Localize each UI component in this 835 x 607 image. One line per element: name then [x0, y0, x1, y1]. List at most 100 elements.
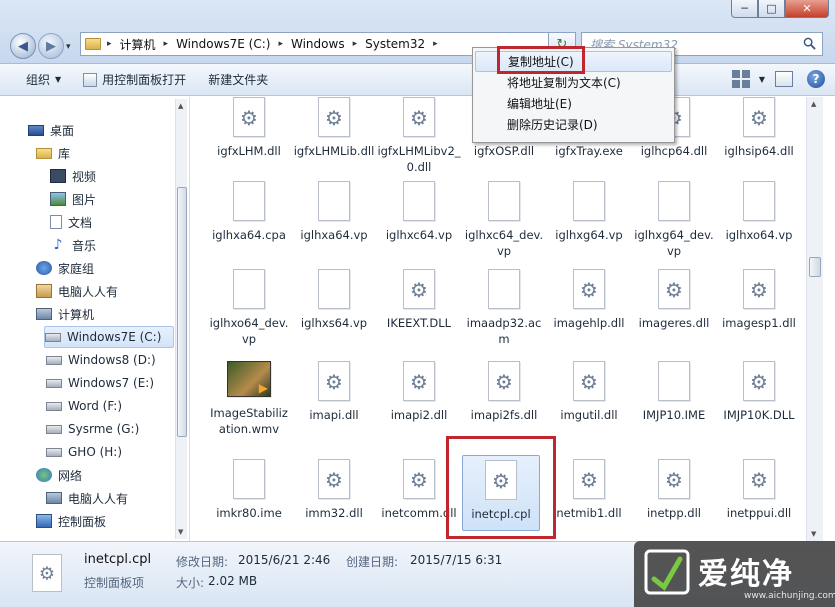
breadcrumb-separator[interactable]: ▸	[353, 39, 358, 49]
forward-button[interactable]: ▶	[38, 33, 64, 59]
sidebar-item-videos[interactable]: 视频	[50, 165, 96, 187]
file-item[interactable]: imm32.dll	[292, 459, 376, 521]
file-name: imageres.dll	[638, 316, 710, 330]
file-item[interactable]: igfxLHMLib.dll	[292, 97, 376, 159]
file-item[interactable]: imapi.dll	[292, 361, 376, 423]
file-name: imagesp1.dll	[722, 316, 796, 330]
details-modified-value: 2015/6/21 2:46	[238, 553, 331, 567]
file-item[interactable]: igfxLHM.dll	[207, 97, 291, 159]
file-item[interactable]: inetppui.dll	[717, 459, 801, 521]
back-button[interactable]: ◀	[10, 33, 36, 59]
file-item[interactable]: iglhxg64.vp	[547, 181, 631, 243]
sidebar-scroll-thumb[interactable]	[177, 187, 187, 437]
menu-item-copy-address-as-text[interactable]: 将地址复制为文本(C)	[473, 72, 674, 93]
organize-button[interactable]: 组织 ▼	[26, 71, 61, 88]
file-item[interactable]: iglhxc64.vp	[377, 181, 461, 243]
sidebar-item-drive-d[interactable]: Windows8 (D:)	[46, 349, 156, 371]
sidebar-item-control-panel[interactable]: 控制面板	[36, 510, 106, 532]
breadcrumb-drive-c[interactable]: Windows7E (C:)	[176, 37, 270, 51]
menu-item-delete-history[interactable]: 删除历史记录(D)	[473, 114, 674, 135]
breadcrumb-separator[interactable]: ▸	[107, 39, 112, 49]
sidebar-item-homegroup[interactable]: 家庭组	[36, 257, 94, 279]
file-item[interactable]: imaadp32.acm	[462, 269, 546, 347]
file-list-scroll-thumb[interactable]	[809, 257, 821, 277]
recent-pages-dropdown[interactable]: ▾	[66, 42, 71, 52]
breadcrumb-separator[interactable]: ▸	[164, 39, 169, 49]
file-item[interactable]: imkr80.ime	[207, 459, 291, 521]
sidebar-item-computer[interactable]: 计算机	[36, 303, 94, 325]
file-item[interactable]: iglhsip64.dll	[717, 97, 801, 159]
sidebar-scrollbar[interactable]: ▲ ▼	[175, 99, 187, 539]
file-name: IMJP10K.DLL	[723, 408, 795, 422]
new-folder-button[interactable]: 新建文件夹	[208, 71, 268, 88]
file-item[interactable]: iglhxc64_dev.vp	[462, 181, 546, 259]
file-item[interactable]: imagehlp.dll	[547, 269, 631, 331]
file-item[interactable]: iglhxa64.vp	[292, 181, 376, 243]
file-item[interactable]: ImageStabilization.wmv	[207, 361, 291, 437]
file-item[interactable]: inetpp.dll	[632, 459, 716, 521]
sidebar-item-music[interactable]: ♪ 音乐	[50, 234, 96, 256]
file-item[interactable]: IMJP10K.DLL	[717, 361, 801, 423]
dll-file-icon	[233, 97, 265, 137]
file-item[interactable]: iglhxa64.cpa	[207, 181, 291, 243]
file-item[interactable]: IKEEXT.DLL	[377, 269, 461, 331]
drive-icon	[46, 401, 62, 411]
sidebar-item-drive-e[interactable]: Windows7 (E:)	[46, 372, 154, 394]
change-view-icon[interactable]	[731, 70, 750, 88]
ime-file-icon	[658, 361, 690, 401]
file-item[interactable]: imgutil.dll	[547, 361, 631, 423]
breadcrumb-separator[interactable]: ▸	[433, 39, 438, 49]
file-item[interactable]: imagesp1.dll	[717, 269, 801, 331]
blank-file-icon	[488, 181, 520, 221]
sidebar-item-libraries[interactable]: 库	[36, 142, 70, 164]
scroll-up-icon[interactable]: ▲	[811, 100, 816, 108]
file-item[interactable]: iglhxo64.vp	[717, 181, 801, 243]
breadcrumb-windows[interactable]: Windows	[291, 37, 345, 51]
menu-item-edit-address[interactable]: 编辑地址(E)	[473, 93, 674, 114]
file-item[interactable]: iglhxo64_dev.vp	[207, 269, 291, 347]
close-button[interactable]: ✕	[785, 0, 829, 18]
file-item[interactable]: igfxLHMLibv2_0.dll	[377, 97, 461, 175]
blank-file-icon	[318, 269, 350, 309]
sidebar-item-drive-f[interactable]: Word (F:)	[46, 395, 122, 417]
sidebar-item-documents[interactable]: 文档	[50, 211, 92, 233]
sidebar-item-label: 文档	[68, 215, 93, 230]
dll-file-icon	[743, 361, 775, 401]
preview-pane-icon[interactable]	[775, 71, 793, 87]
maximize-button[interactable]: □	[758, 0, 785, 18]
dll-file-icon	[573, 269, 605, 309]
scroll-up-icon[interactable]: ▲	[178, 102, 183, 110]
file-item[interactable]: IMJP10.IME	[632, 361, 716, 423]
brand-name: 爱纯净	[698, 557, 794, 592]
open-with-control-panel-button[interactable]: 用控制面板打开	[83, 71, 186, 88]
sidebar-item-user[interactable]: 电脑人人有	[36, 280, 118, 302]
sidebar-item-pictures[interactable]: 图片	[50, 188, 96, 210]
file-item[interactable]: iglhxg64_dev.vp	[632, 181, 716, 259]
sidebar-item-network[interactable]: 网络	[36, 464, 82, 486]
file-name: igfxLHMLibv2_0.dll	[377, 144, 461, 174]
file-item[interactable]: imapi2.dll	[377, 361, 461, 423]
scroll-down-icon[interactable]: ▼	[178, 528, 183, 536]
help-icon[interactable]: ?	[807, 70, 825, 88]
sidebar-item-drive-c[interactable]: Windows7E (C:)	[44, 326, 174, 348]
file-item[interactable]: imageres.dll	[632, 269, 716, 331]
file-item[interactable]: iglhxs64.vp	[292, 269, 376, 331]
scroll-down-icon[interactable]: ▼	[811, 530, 816, 538]
file-list-scrollbar[interactable]: ▲ ▼	[806, 97, 823, 541]
breadcrumb-separator[interactable]: ▸	[278, 39, 283, 49]
file-item[interactable]: netmib1.dll	[547, 459, 631, 521]
file-item[interactable]: imapi2fs.dll	[462, 361, 546, 423]
picture-icon	[50, 192, 66, 206]
sidebar-item-drive-g[interactable]: Sysrme (G:)	[46, 418, 139, 440]
sidebar-item-network-pc[interactable]: 电脑人人有	[46, 487, 128, 509]
watermark: 爱纯净 www.aichunjing.com	[634, 541, 835, 607]
sidebar-item-drive-h[interactable]: GHO (H:)	[46, 441, 122, 463]
breadcrumb-system32[interactable]: System32	[365, 37, 425, 51]
breadcrumb-computer[interactable]: 计算机	[120, 36, 156, 53]
view-dropdown-icon[interactable]: ▼	[759, 75, 765, 84]
search-icon[interactable]	[803, 37, 816, 50]
user-folder-icon	[36, 284, 52, 298]
sidebar-item-desktop[interactable]: 桌面	[28, 119, 74, 141]
dll-file-icon	[573, 361, 605, 401]
minimize-button[interactable]: ─	[731, 0, 758, 18]
